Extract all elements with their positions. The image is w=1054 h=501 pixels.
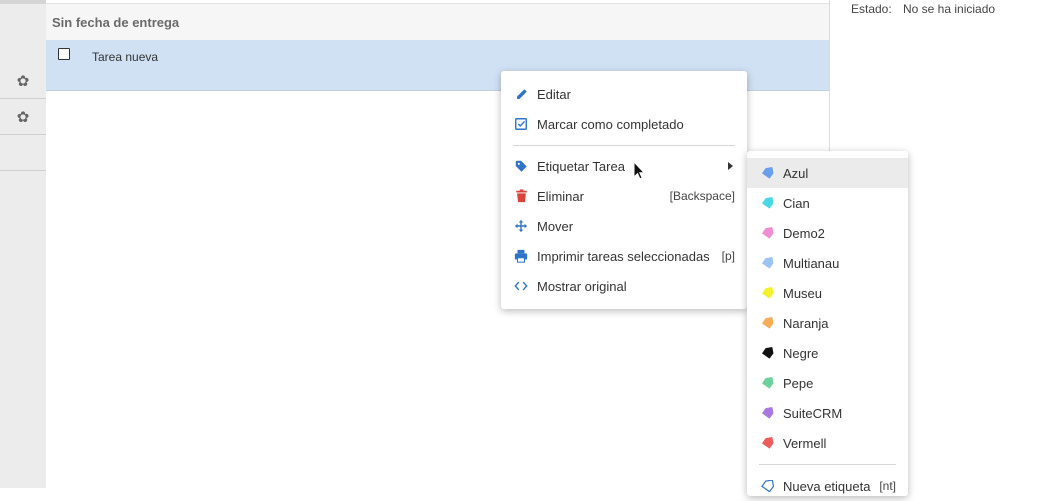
mouse-pointer-icon <box>633 161 645 180</box>
tag-item-naranja[interactable]: Naranja <box>747 308 908 338</box>
rail-divider <box>0 170 46 171</box>
menu-item-label: Imprimir tareas seleccionadas <box>537 249 710 264</box>
tag-label: SuiteCRM <box>783 406 843 421</box>
rail-top-bar <box>0 0 46 4</box>
task-name: Tarea nueva <box>92 50 159 64</box>
context-menu: Editar Marcar como completado Etiquetar … <box>501 71 747 309</box>
submenu-arrow-icon <box>728 162 733 170</box>
tag-label: Multianau <box>783 256 840 271</box>
tag-item-vermell[interactable]: Vermell <box>747 428 908 458</box>
menu-item-move[interactable]: Mover <box>501 211 747 241</box>
tag-icon <box>761 167 774 179</box>
tag-icon <box>761 287 774 299</box>
rail-divider <box>0 134 46 135</box>
menu-item-print-selected[interactable]: Imprimir tareas seleccionadas [p] <box>501 241 747 271</box>
tag-icon <box>761 407 774 419</box>
section-title: Sin fecha de entrega <box>52 15 180 30</box>
status-label: Estado: <box>851 2 892 16</box>
code-icon <box>513 278 529 294</box>
menu-item-shortcut: [Backspace] <box>669 189 735 203</box>
tag-label: Naranja <box>783 316 829 331</box>
menu-item-label: Editar <box>537 87 571 102</box>
tag-item-azul[interactable]: Azul <box>747 158 908 188</box>
tag-label: Azul <box>783 166 809 181</box>
new-tag-shortcut: [nt] <box>879 479 896 493</box>
tag-icon <box>761 377 774 389</box>
tag-icon <box>761 257 774 269</box>
pencil-icon <box>513 86 529 102</box>
menu-divider <box>513 145 735 146</box>
menu-item-edit[interactable]: Editar <box>501 79 747 109</box>
menu-item-label: Eliminar <box>537 189 584 204</box>
task-checkbox[interactable] <box>58 48 70 60</box>
check-square-icon <box>513 116 529 132</box>
tag-icon <box>761 347 774 359</box>
left-rail: ✿ ✿ <box>0 0 47 488</box>
tag-label: Cian <box>783 196 810 211</box>
move-icon <box>513 218 529 234</box>
tag-icon <box>761 317 774 329</box>
menu-item-delete[interactable]: Eliminar [Backspace] <box>501 181 747 211</box>
menu-item-label: Etiquetar Tarea <box>537 159 625 174</box>
tag-label: Negre <box>783 346 819 361</box>
tag-icon <box>761 437 774 449</box>
tag-label: Pepe <box>783 376 814 391</box>
submenu-divider <box>759 464 896 465</box>
menu-item-tag-task[interactable]: Etiquetar Tarea <box>501 151 747 181</box>
tag-label: Museu <box>783 286 823 301</box>
trash-icon <box>513 188 529 204</box>
tag-item-suitecrm[interactable]: SuiteCRM <box>747 398 908 428</box>
tag-item-museu[interactable]: Museu <box>747 278 908 308</box>
tag-icon <box>761 197 774 209</box>
tag-icon <box>513 158 529 174</box>
new-tag-item[interactable]: Nueva etiqueta [nt] <box>747 471 908 501</box>
tag-label: Vermell <box>783 436 827 451</box>
tag-item-demo2[interactable]: Demo2 <box>747 218 908 248</box>
tag-icon <box>761 227 774 239</box>
printer-icon <box>513 248 529 264</box>
tag-label: Demo2 <box>783 226 825 241</box>
section-header: Sin fecha de entrega <box>46 3 829 41</box>
tag-submenu: Azul Cian Demo2 Multianau Museu Naranja … <box>747 151 908 496</box>
tag-item-pepe[interactable]: Pepe <box>747 368 908 398</box>
menu-item-show-original[interactable]: Mostrar original <box>501 271 747 301</box>
new-tag-label: Nueva etiqueta <box>783 479 871 494</box>
gear-icon[interactable]: ✿ <box>0 63 46 99</box>
menu-item-label: Mostrar original <box>537 279 627 294</box>
menu-item-label: Marcar como completado <box>537 117 684 132</box>
menu-item-label: Mover <box>537 219 574 234</box>
menu-item-shortcut: [p] <box>721 249 735 263</box>
tag-item-negre[interactable]: Negre <box>747 338 908 368</box>
tag-item-multianau[interactable]: Multianau <box>747 248 908 278</box>
gear-icon[interactable]: ✿ <box>0 99 46 135</box>
menu-item-mark-completed[interactable]: Marcar como completado <box>501 109 747 139</box>
tag-outline-icon <box>761 480 774 492</box>
tag-item-cian[interactable]: Cian <box>747 188 908 218</box>
status-value: No se ha iniciado <box>903 2 996 16</box>
